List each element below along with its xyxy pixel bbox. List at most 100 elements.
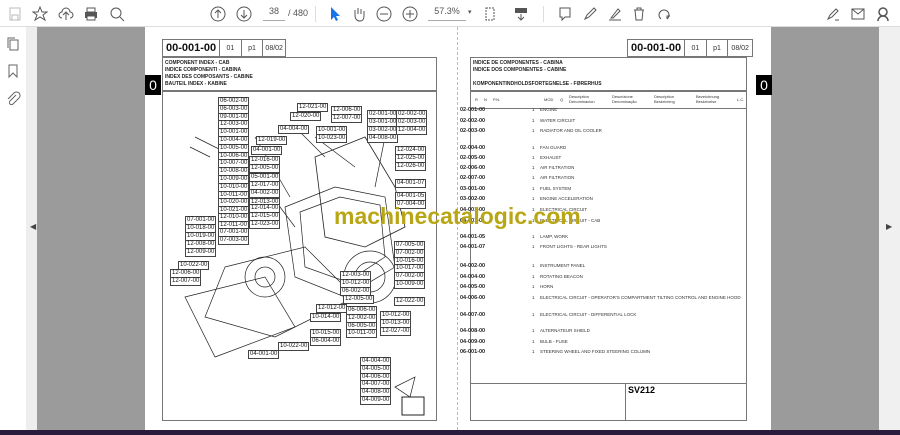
quantity: 1 bbox=[532, 165, 535, 170]
email-icon[interactable] bbox=[848, 4, 868, 24]
callout-label: 04-001-00 bbox=[248, 350, 280, 359]
quantity: 1 bbox=[532, 284, 535, 289]
delete-icon[interactable] bbox=[629, 4, 649, 24]
attachments-icon[interactable] bbox=[5, 90, 21, 106]
title-line: KOMPONENTINDHOLDSFORTEGNELSE - FØRERHUS bbox=[473, 81, 602, 87]
title-line: INDICE COMPONENTI - CABINA bbox=[165, 67, 242, 73]
callout-label: 12-023-00 bbox=[249, 219, 281, 229]
table-row: 04-007-00 1 ELECTRICAL CIRCUIT - DIFFERENT… bbox=[460, 312, 730, 320]
table-row: 04-001-05 1 LAMP, WORK bbox=[460, 234, 730, 242]
part-code: 04-006-00 bbox=[460, 295, 486, 301]
page-label: p1 bbox=[707, 40, 729, 56]
page-thumbnails-icon[interactable] bbox=[5, 36, 21, 52]
column-header: Descrizione Denominação bbox=[612, 94, 637, 104]
part-code: 04-005-00 bbox=[460, 284, 486, 290]
quantity: 1 bbox=[532, 295, 535, 300]
page-label: p1 bbox=[242, 40, 264, 56]
callout-label: 10-022-00 bbox=[278, 342, 310, 351]
search-icon[interactable] bbox=[107, 4, 127, 24]
zoom-in-icon[interactable] bbox=[400, 4, 420, 24]
page-up-icon[interactable] bbox=[208, 4, 228, 24]
page-number-input[interactable]: 38 bbox=[263, 6, 285, 21]
table-row: 06-001-00 1 STEERING WHEEL AND FIXED STEER… bbox=[460, 349, 730, 357]
viewer-background bbox=[37, 27, 145, 430]
part-code: 02-005-00 bbox=[460, 155, 486, 161]
bookmark-star-icon[interactable] bbox=[30, 4, 50, 24]
part-code: 03-001-00 bbox=[460, 186, 486, 192]
column-header: L.C. bbox=[737, 97, 745, 102]
quantity: 1 bbox=[532, 107, 535, 112]
fit-page-icon[interactable] bbox=[480, 4, 500, 24]
account-icon[interactable] bbox=[873, 4, 893, 24]
upload-icon[interactable] bbox=[56, 4, 76, 24]
description: ENGINE ACCELERATION bbox=[540, 196, 593, 201]
hand-icon[interactable] bbox=[349, 4, 369, 24]
divider bbox=[315, 6, 316, 22]
table-row: 04-005-00 1 HORN bbox=[460, 284, 730, 292]
part-code: 02-002-00 bbox=[460, 118, 486, 124]
table-row: 04-004-00 1 ROTATING BEACON bbox=[460, 274, 730, 282]
part-code: 03-002-00 bbox=[460, 196, 486, 202]
bookmarks-icon[interactable] bbox=[5, 63, 21, 79]
quantity: 1 bbox=[532, 145, 535, 150]
part-code: 02-001-00 bbox=[460, 107, 486, 113]
table-row: 04-001-07 1 FRONT LIGHTS - REAR LIGHTS bbox=[460, 244, 730, 252]
zoom-dropdown[interactable]: ▾ bbox=[468, 8, 472, 16]
description: FRONT LIGHTS - REAR LIGHTS bbox=[540, 244, 607, 249]
zoom-level-input[interactable]: 57.3% bbox=[428, 6, 466, 21]
callout-label: 04-001-00 bbox=[251, 146, 283, 155]
part-code: 04-001-07 bbox=[460, 244, 486, 250]
doc-code: 00-001-00 bbox=[163, 40, 221, 56]
table-row: 04-008-00 1 ALTERNATEUR SHIELD bbox=[460, 328, 730, 336]
part-code: 06-001-00 bbox=[460, 349, 486, 355]
viewer-background bbox=[771, 27, 879, 430]
zoom-out-icon[interactable] bbox=[374, 4, 394, 24]
callout-label: 04-004-00 bbox=[278, 125, 310, 134]
select-cursor-icon[interactable] bbox=[325, 4, 345, 24]
callout-label: 10-023-00 bbox=[316, 133, 348, 143]
title-line: INDICE DOS COMPONENTES - CABINE bbox=[473, 67, 567, 73]
table-row: 04-006-00 1 ELECTRICAL CIRCUIT - OPERATOR'… bbox=[460, 295, 741, 303]
description: AIR FILTRATION bbox=[540, 175, 575, 180]
callout-label: 07-003-00 bbox=[218, 235, 250, 245]
pen-icon[interactable] bbox=[580, 4, 600, 24]
scrollbar[interactable] bbox=[884, 30, 892, 425]
callout-label: 12-019-00 bbox=[256, 136, 288, 145]
column-header: Description Denominacion bbox=[569, 94, 595, 104]
quantity: 1 bbox=[532, 263, 535, 268]
rotate-icon[interactable] bbox=[654, 4, 674, 24]
previous-page-arrow[interactable]: ◀ bbox=[30, 222, 36, 231]
page-header: 00-001-00 01 p1 08/02 bbox=[162, 39, 286, 57]
save-icon[interactable] bbox=[5, 4, 25, 24]
callout-label: 12-005-00 bbox=[343, 295, 375, 304]
table-row: 02-005-00 1 EXHAUST bbox=[460, 155, 730, 163]
description: ELECTRICAL CIRCUIT - DIFFERENTIAL LOCK bbox=[540, 312, 637, 317]
table-row: 02-002-00 1 WATER CIRCUIT bbox=[460, 118, 730, 126]
table-frame bbox=[470, 91, 747, 421]
quantity: 1 bbox=[532, 339, 535, 344]
table-row: 02-003-00 1 RADIATOR AND OIL COOLER bbox=[460, 128, 730, 136]
part-code: 04-004-00 bbox=[460, 274, 486, 280]
description: HORN bbox=[540, 284, 554, 289]
table-row: 02-006-00 1 AIR FILTRATION bbox=[460, 165, 730, 173]
callout-label: 12-020-00 bbox=[290, 112, 322, 121]
model-box: SV212 bbox=[625, 383, 747, 420]
fill-sign-icon[interactable] bbox=[823, 4, 843, 24]
part-code: 04-007-00 bbox=[460, 312, 486, 318]
scroll-mode-icon[interactable] bbox=[511, 4, 531, 24]
column-header: R bbox=[475, 97, 478, 102]
quantity: 1 bbox=[532, 155, 535, 160]
sign-icon[interactable] bbox=[605, 4, 625, 24]
part-code: 04-008-00 bbox=[460, 328, 486, 334]
print-icon[interactable] bbox=[81, 4, 101, 24]
quantity: 1 bbox=[532, 118, 535, 123]
comment-icon[interactable] bbox=[555, 4, 575, 24]
page-down-icon[interactable] bbox=[234, 4, 254, 24]
title-line: INDEX DES COMPOSANTS - CABINE bbox=[165, 74, 253, 80]
quantity: 1 bbox=[532, 196, 535, 201]
taskbar bbox=[0, 430, 900, 435]
callout-label: 04-008-00 bbox=[367, 134, 399, 143]
callout-label: 10-009-00 bbox=[394, 280, 426, 289]
date: 08/02 bbox=[731, 44, 749, 52]
column-header: P.N. bbox=[493, 97, 501, 102]
